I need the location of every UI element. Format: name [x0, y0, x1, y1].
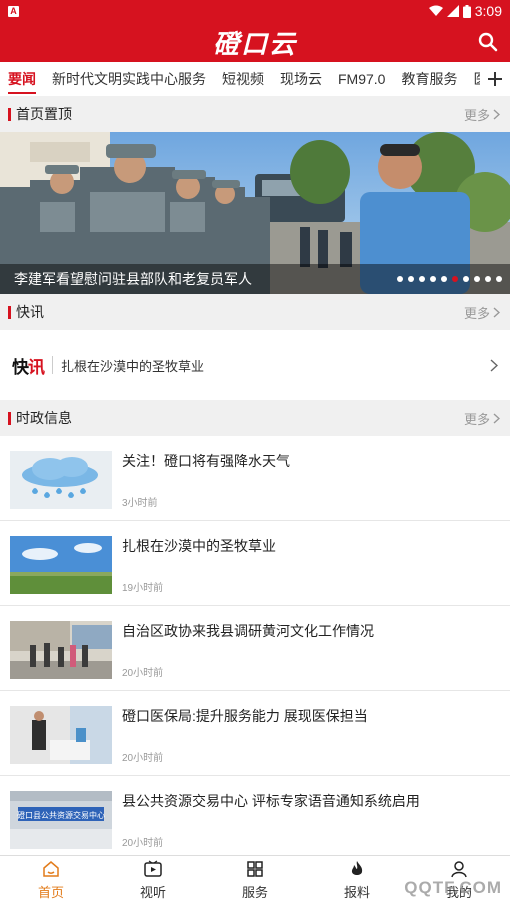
more-link[interactable]: 更多 [464, 303, 500, 322]
chevron-right-icon [490, 358, 498, 372]
news-title: 扎根在沙漠中的圣牧草业 [122, 538, 276, 554]
news-title: 磴口医保局:提升服务能力 展现医保担当 [122, 708, 368, 724]
more-link[interactable]: 更多 [464, 409, 500, 428]
carousel-dot[interactable] [419, 276, 425, 282]
status-bar: A 3:09 [0, 0, 510, 22]
news-title: 关注！磴口将有强降水天气 [122, 453, 290, 469]
plus-icon [488, 72, 502, 86]
news-title: 县公共资源交易中心 评标专家语音通知系统启用 [122, 793, 420, 809]
featured-banner[interactable]: 李建军看望慰问驻县部队和老复员军人 [0, 132, 510, 294]
news-list: 关注！磴口将有强降水天气 3小时前 扎根在沙漠中的圣牧草业 19小时前 自治区政… [0, 436, 510, 861]
carousel-dot-active[interactable] [452, 276, 458, 282]
divider [52, 356, 53, 374]
grassland-thumbnail [10, 536, 112, 594]
news-item[interactable]: 磴口医保局:提升服务能力 展现医保担当 20小时前 [0, 691, 510, 776]
bottom-navigation: 首页 视听 服务 报料 我的 QQTF.COM [0, 855, 510, 904]
news-time: 19小时前 [122, 583, 164, 594]
section-header-top: 首页置顶 更多 [0, 96, 510, 132]
news-thumbnail [10, 706, 112, 764]
channel-tabs: 要闻 新时代文明实践中心服务 短视频 现场云 FM97.0 教育服务 医 [0, 62, 510, 96]
search-icon[interactable] [476, 30, 500, 54]
section-title: 时政信息 [16, 410, 72, 426]
tab-education[interactable]: 教育服务 [401, 62, 457, 96]
carousel-dot[interactable] [430, 276, 436, 282]
user-icon [451, 861, 467, 878]
section-marker [8, 107, 11, 121]
tab-fm[interactable]: FM97.0 [338, 62, 385, 96]
carousel-dot[interactable] [397, 276, 403, 282]
news-item[interactable]: 自治区政协来我县调研黄河文化工作情况 20小时前 [0, 606, 510, 691]
carousel-dot[interactable] [496, 276, 502, 282]
app-notification-icon: A [8, 5, 19, 17]
news-thumbnail [10, 536, 112, 594]
banner-caption: 李建军看望慰问驻县部队和老复员军人 [14, 271, 252, 287]
office-sign-text: 磴口县公共资源交易中心 [17, 810, 105, 820]
more-link[interactable]: 更多 [464, 105, 500, 124]
rain-cloud-thumbnail [10, 451, 112, 509]
battery-icon [462, 4, 471, 18]
section-header-politics: 时政信息 更多 [0, 400, 510, 436]
carousel-dot[interactable] [408, 276, 414, 282]
nav-label: 报料 [343, 885, 370, 900]
news-time: 20小时前 [122, 668, 164, 679]
news-item[interactable]: 扎根在沙漠中的圣牧草业 19小时前 [0, 521, 510, 606]
signal-icon [446, 5, 459, 17]
section-marker [8, 305, 11, 319]
carousel-dot[interactable] [463, 276, 469, 282]
nav-home[interactable]: 首页 [0, 856, 102, 904]
news-time: 20小时前 [122, 753, 164, 764]
nav-label: 视听 [139, 885, 166, 900]
nav-report[interactable]: 报料 [306, 856, 408, 904]
news-thumbnail: 磴口县公共资源交易中心 [10, 791, 112, 849]
app-title: 磴口云 [212, 29, 297, 60]
tab-yaowen[interactable]: 要闻 [8, 62, 36, 96]
nav-label: 服务 [241, 885, 268, 900]
news-title: 自治区政协来我县调研黄河文化工作情况 [122, 623, 374, 639]
carousel-dot[interactable] [485, 276, 491, 282]
carousel-dot[interactable] [441, 276, 447, 282]
grid-icon [247, 861, 263, 877]
video-icon [144, 860, 162, 877]
app-header: 磴口云 [0, 22, 510, 62]
nav-video[interactable]: 视听 [102, 856, 204, 904]
news-item[interactable]: 关注！磴口将有强降水天气 3小时前 [0, 436, 510, 521]
add-channel-button[interactable] [480, 62, 510, 96]
flash-headline: 扎根在沙漠中的圣牧草业 [61, 358, 205, 374]
chevron-right-icon [493, 306, 500, 318]
news-thumbnail [10, 451, 112, 509]
carousel-indicator [397, 276, 502, 282]
tab-civilization-center[interactable]: 新时代文明实践中心服务 [52, 62, 206, 96]
tab-live-cloud[interactable]: 现场云 [280, 62, 322, 96]
clock: 3:09 [474, 3, 502, 19]
service-thumbnail [10, 706, 112, 764]
section-header-flash: 快讯 更多 [0, 294, 510, 330]
visit-thumbnail [10, 621, 112, 679]
tab-short-video[interactable]: 短视频 [222, 62, 264, 96]
fire-icon [351, 861, 363, 875]
carousel-dot[interactable] [474, 276, 480, 282]
nav-services[interactable]: 服务 [204, 856, 306, 904]
flash-logo: 快讯 [12, 357, 45, 378]
news-time: 20小时前 [122, 838, 164, 849]
news-thumbnail [10, 621, 112, 679]
section-title: 首页置顶 [16, 106, 72, 122]
nav-label: 首页 [37, 885, 64, 900]
watermark: QQTF.COM [404, 878, 502, 897]
wifi-icon [428, 5, 443, 16]
flash-news-row[interactable]: 快讯 扎根在沙漠中的圣牧草业 [0, 330, 510, 400]
office-thumbnail: 磴口县公共资源交易中心 [10, 791, 112, 849]
home-icon [43, 861, 59, 877]
news-item[interactable]: 磴口县公共资源交易中心 县公共资源交易中心 评标专家语音通知系统启用 20小时前 [0, 776, 510, 861]
chevron-right-icon [493, 412, 500, 424]
chevron-right-icon [493, 108, 500, 120]
section-title: 快讯 [16, 304, 44, 320]
news-time: 3小时前 [122, 498, 158, 509]
section-marker [8, 411, 11, 425]
banner-caption-bar: 李建军看望慰问驻县部队和老复员军人 [0, 264, 510, 294]
